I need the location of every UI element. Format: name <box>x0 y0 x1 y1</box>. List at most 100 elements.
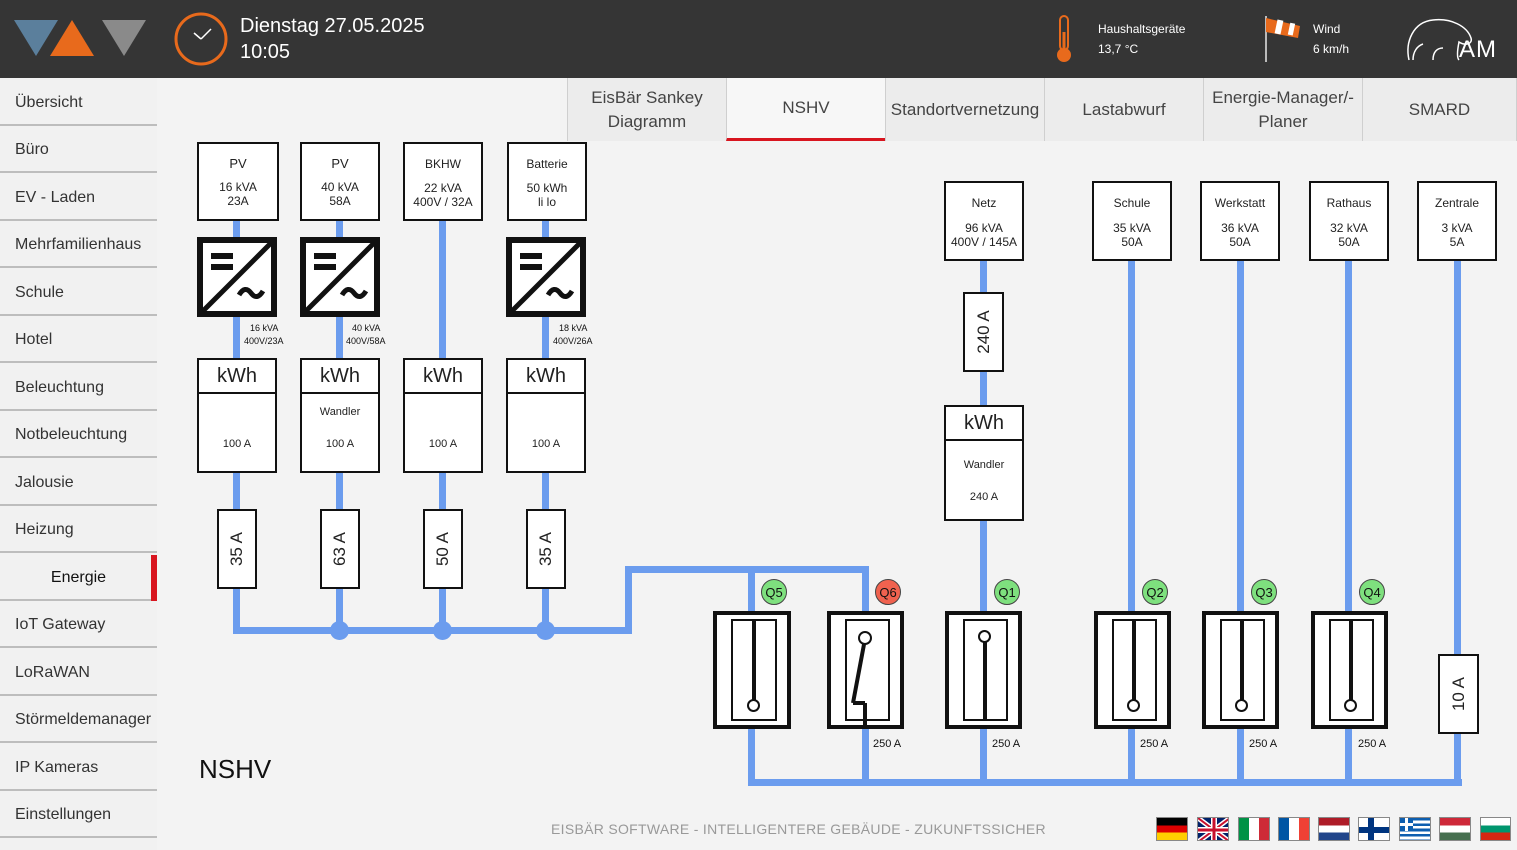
breaker-status-q3: Q3 <box>1251 579 1277 605</box>
sidebar-item-buero[interactable]: Büro <box>0 127 157 173</box>
sidebar-item-stoermeldemanager[interactable]: Störmeldemanager <box>0 697 157 743</box>
sidebar-item-iot-gateway[interactable]: IoT Gateway <box>0 602 157 648</box>
breaker-rating: 250 A <box>992 738 1021 750</box>
bg-flag-icon[interactable] <box>1480 817 1511 841</box>
inverter-icon <box>197 237 277 317</box>
fuse-label: 35 A <box>536 531 555 567</box>
tab-energie-manager[interactable]: Energie-Manager/-Planer <box>1203 78 1362 141</box>
fuse-batterie[interactable]: 35 A <box>526 509 566 589</box>
tab-smard[interactable]: SMARD <box>1362 78 1517 141</box>
sidebar-item-ev-laden[interactable]: EV - Laden <box>0 175 157 221</box>
sidebar-item-notbeleuchtung[interactable]: Notbeleuchtung <box>0 412 157 458</box>
sidebar-item-ip-kameras[interactable]: IP Kameras <box>0 745 157 791</box>
load-power: 35 kVA <box>1113 221 1151 235</box>
breaker-q2[interactable] <box>1094 611 1171 729</box>
sidebar-item-uebersicht[interactable]: Übersicht <box>0 80 157 126</box>
load-box-werkstatt[interactable]: Werkstatt 36 kVA 50A <box>1200 181 1280 261</box>
meter-label: kWh <box>405 360 481 394</box>
meter-type: Wandler <box>319 406 361 418</box>
fuse-label: 63 A <box>330 531 349 567</box>
source-current: 58A <box>329 194 351 208</box>
sidebar-item-jalousie[interactable]: Jalousie <box>0 460 157 506</box>
clock-icon <box>174 12 228 66</box>
nl-flag-icon[interactable] <box>1318 817 1350 841</box>
energy-meter-netz[interactable]: kWh Wandler 240 A <box>944 405 1024 521</box>
fuse-zentrale[interactable]: 10 A <box>1438 654 1479 734</box>
source-current: 23A <box>227 194 249 208</box>
grid-current: 400V / 145A <box>950 235 1018 249</box>
meter-type <box>405 406 481 426</box>
source-box-pv1[interactable]: PV 16 kVA 23A <box>197 142 279 221</box>
sidebar-item-einstellungen[interactable]: Einstellungen <box>0 792 157 838</box>
source-power: 40 kVA <box>321 180 359 194</box>
load-current: 5A <box>1449 235 1465 249</box>
breaker-rating: 250 A <box>1358 738 1387 750</box>
energy-meter-pv1[interactable]: kWh 100 A <box>197 358 277 473</box>
bus-riser <box>625 566 632 634</box>
tab-standortvernetzung[interactable]: Standortvernetzung <box>885 78 1044 141</box>
uk-flag-icon[interactable] <box>1197 817 1229 841</box>
hu-flag-icon[interactable] <box>1439 817 1471 841</box>
load-current: 50A <box>1229 235 1251 249</box>
sidebar-item-mehrfamilienhaus[interactable]: Mehrfamilienhaus <box>0 222 157 268</box>
load-power: 3 kVA <box>1441 221 1473 235</box>
load-name: Rathaus <box>1326 196 1372 210</box>
sidebar-item-schule[interactable]: Schule <box>0 270 157 316</box>
breaker-q6[interactable] <box>827 611 904 729</box>
time-display: 10:05 <box>240 41 291 63</box>
de-flag-icon[interactable] <box>1156 817 1188 841</box>
gr-flag-icon[interactable] <box>1399 817 1431 841</box>
tab-sankey[interactable]: EisBär Sankey Diagramm <box>567 78 726 141</box>
energy-meter-batterie[interactable]: kWh 100 A <box>506 358 586 473</box>
tab-nshv[interactable]: NSHV <box>726 78 885 141</box>
fuse-netz[interactable]: 240 A <box>963 292 1004 372</box>
tab-lastabwurf[interactable]: Lastabwurf <box>1044 78 1203 141</box>
diagram-title: NSHV <box>199 754 272 784</box>
inverter-rating: 400V/23A <box>244 336 284 346</box>
grid-box-netz[interactable]: Netz 96 kVA 400V / 145A <box>944 181 1024 261</box>
sidebar-item-hotel[interactable]: Hotel <box>0 317 157 363</box>
breaker-q1[interactable] <box>945 611 1022 729</box>
fuse-bkhw[interactable]: 50 A <box>423 509 463 589</box>
source-power: 22 kVA <box>424 181 462 195</box>
inverter-rating: 400V/26A <box>553 336 593 346</box>
source-box-bkhw[interactable]: BKHW 22 kVA 400V / 32A <box>403 142 483 221</box>
meter-rating: 100 A <box>325 438 355 450</box>
meter-type <box>199 406 275 426</box>
fuse-pv2[interactable]: 63 A <box>320 509 360 589</box>
load-box-rathaus[interactable]: Rathaus 32 kVA 50A <box>1309 181 1389 261</box>
fuse-pv1[interactable]: 35 A <box>217 509 257 589</box>
sidebar-item-lorawan[interactable]: LoRaWAN <box>0 650 157 696</box>
footer-text: EISBÄR SOFTWARE - INTELLIGENTERE GEBÄUDE… <box>551 821 1046 837</box>
load-box-zentrale[interactable]: Zentrale 3 kVA 5A <box>1417 181 1497 261</box>
it-flag-icon[interactable] <box>1238 817 1270 841</box>
meter-label: kWh <box>302 360 378 394</box>
fi-flag-icon[interactable] <box>1358 817 1390 841</box>
energy-meter-pv2[interactable]: kWh Wandler 100 A <box>300 358 380 473</box>
breaker-rating: 250 A <box>1140 738 1169 750</box>
source-name: PV <box>229 156 247 171</box>
source-box-batterie[interactable]: Batterie 50 kWh li lo <box>507 142 587 221</box>
meter-rating: 100 A <box>531 438 561 450</box>
breaker-q4[interactable] <box>1311 611 1388 729</box>
sensor2-label: Wind <box>1313 22 1341 36</box>
breaker-q3[interactable] <box>1202 611 1279 729</box>
load-box-schule[interactable]: Schule 35 kVA 50A <box>1092 181 1172 261</box>
sidebar-item-heizung[interactable]: Heizung <box>0 507 157 553</box>
energy-meter-bkhw[interactable]: kWh 100 A <box>403 358 483 473</box>
grid-name: Netz <box>971 196 997 210</box>
sidebar-item-energie[interactable]: Energie <box>0 555 157 601</box>
load-name: Zentrale <box>1434 196 1480 210</box>
inverter-power: 16 kVA <box>250 323 279 333</box>
fr-flag-icon[interactable] <box>1278 817 1310 841</box>
thermometer-icon <box>1057 15 1071 62</box>
breaker-rating: 250 A <box>873 738 902 750</box>
fuse-label: 35 A <box>227 531 246 567</box>
company-logo <box>14 20 146 56</box>
breaker-q5[interactable] <box>713 611 791 729</box>
source-box-pv2[interactable]: PV 40 kVA 58A <box>300 142 380 221</box>
sidebar-item-beleuchtung[interactable]: Beleuchtung <box>0 365 157 411</box>
meter-rating: 240 A <box>969 491 999 503</box>
inverter-icon <box>300 237 380 317</box>
load-power: 36 kVA <box>1221 221 1259 235</box>
